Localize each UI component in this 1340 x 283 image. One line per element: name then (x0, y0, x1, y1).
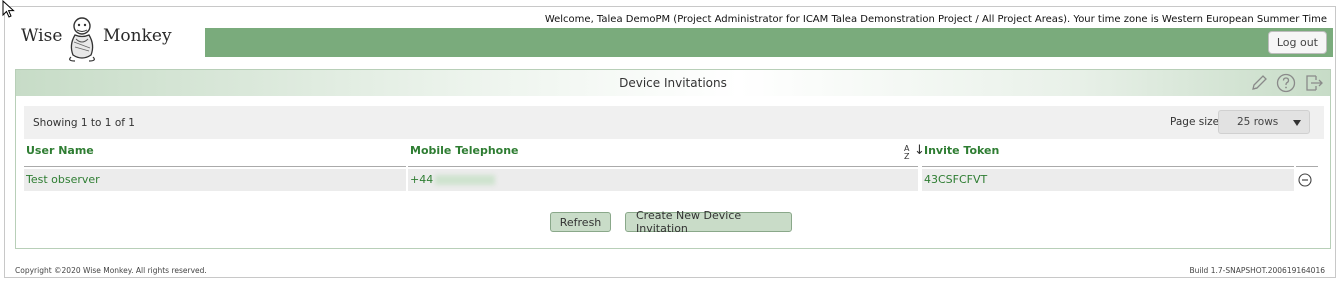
sort-az-icon[interactable]: AZ (904, 145, 909, 161)
header-underline (1296, 166, 1318, 167)
table-toolbar: Showing 1 to 1 of 1 Page size 25 rows (24, 106, 1324, 139)
wise-monkey-logo[interactable]: Wise Monkey (17, 15, 197, 67)
help-icon[interactable] (1276, 73, 1296, 93)
create-device-invitation-button[interactable]: Create New Device Invitation (625, 209, 792, 235)
logo-text-monkey: Monkey (103, 26, 172, 46)
panel-title: Device Invitations (619, 76, 727, 90)
column-header-invite-token[interactable]: Invite Token (924, 144, 999, 157)
page-size-value: 25 rows (1237, 116, 1279, 128)
app-frame: Wise Monkey Welcome, Talea DemoPM (Proje… (4, 6, 1336, 278)
page-size-label: Page size (1170, 116, 1220, 128)
redacted-number (435, 175, 496, 185)
pencil-icon[interactable] (1250, 74, 1268, 92)
refresh-button[interactable]: Refresh (550, 212, 611, 232)
monkey-icon (69, 17, 95, 62)
chevron-down-icon (1293, 120, 1301, 126)
remove-circle-icon[interactable] (1298, 173, 1312, 187)
header-bar: Log out (205, 28, 1333, 57)
logout-button[interactable]: Log out (1267, 31, 1327, 54)
welcome-message: Welcome, Talea DemoPM (Project Administr… (544, 14, 1327, 25)
exit-icon[interactable] (1304, 73, 1324, 93)
cell-invite-token[interactable]: 43CSFCFVT (924, 173, 987, 186)
header-underline (24, 166, 406, 167)
header-underline (408, 166, 918, 167)
device-invitations-panel: Device Invitations Showing 1 to 1 of 1 P… (15, 69, 1331, 249)
panel-header-icons (1250, 73, 1324, 93)
phone-prefix: +44 (410, 173, 434, 186)
column-header-mobile-telephone[interactable]: Mobile Telephone (410, 144, 519, 157)
cell-mobile-telephone[interactable]: +44 (410, 173, 496, 186)
panel-header: Device Invitations (16, 70, 1330, 96)
cell-user-name[interactable]: Test observer (26, 173, 100, 186)
build-version: Build 1.7-SNAPSHOT.200619164016 (1189, 266, 1325, 275)
showing-count: Showing 1 to 1 of 1 (33, 117, 135, 129)
header-underline (922, 166, 1294, 167)
column-header-user-name[interactable]: User Name (26, 144, 94, 157)
mouse-cursor-icon (2, 0, 15, 18)
copyright-text: Copyright ©2020 Wise Monkey. All rights … (15, 266, 207, 275)
page-size-select[interactable]: 25 rows (1218, 110, 1310, 134)
logo-text-wise: Wise (21, 26, 63, 46)
